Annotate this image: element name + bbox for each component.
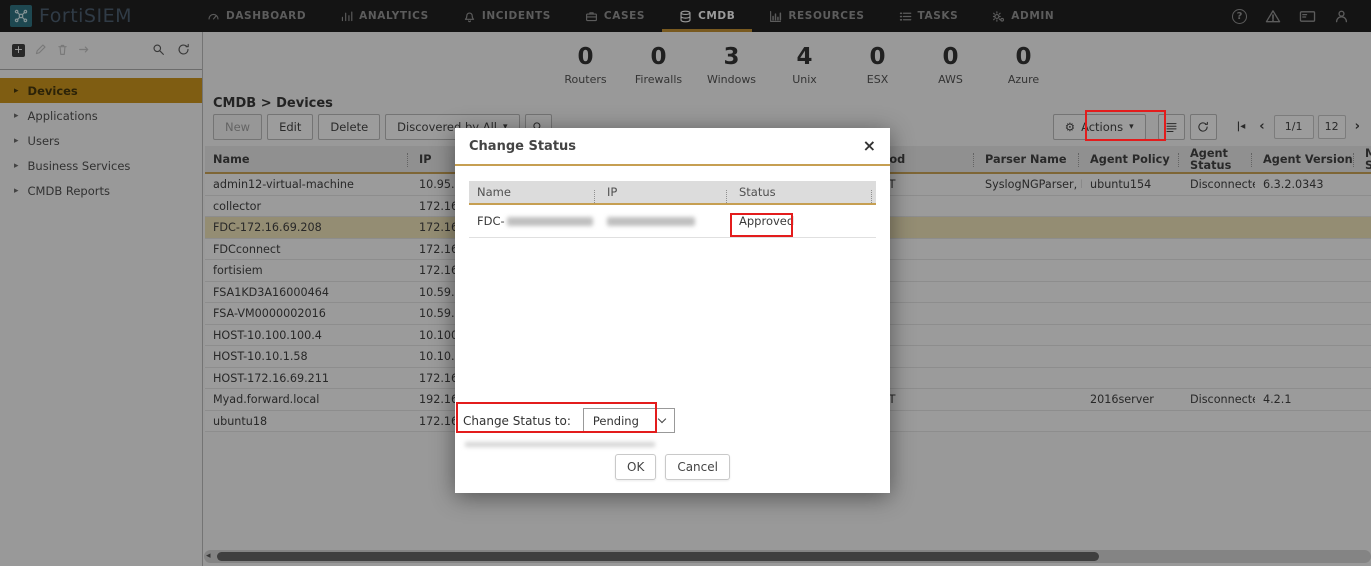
- dialog-column-name[interactable]: Name: [469, 185, 599, 203]
- change-status-label: Change Status to:: [463, 413, 571, 428]
- fortisiem-app: FortiSIEM DASHBOARD ANALYTICS INCIDENTS …: [0, 0, 1371, 566]
- status-select[interactable]: Pending: [582, 408, 675, 433]
- dialog-device-table: Name IP Status FDC- Approved: [469, 181, 876, 238]
- dialog-buttons: OK Cancel: [455, 454, 890, 480]
- device-status: Approved: [739, 214, 795, 228]
- cancel-button[interactable]: Cancel: [665, 454, 730, 480]
- ok-button[interactable]: OK: [615, 454, 657, 480]
- device-name-prefix: FDC-: [477, 214, 505, 228]
- dialog-column-ip[interactable]: IP: [599, 185, 731, 203]
- change-status-control: Change Status to: Pending: [463, 408, 675, 433]
- dialog-column-status[interactable]: Status: [731, 185, 876, 203]
- dialog-table-header: Name IP Status: [469, 181, 876, 205]
- dialog-table-row[interactable]: FDC- Approved: [469, 205, 876, 238]
- change-status-dialog: Change Status × Name IP Status FDC- Appr…: [455, 128, 890, 493]
- status-select-value: Pending: [592, 413, 639, 428]
- dialog-header: Change Status ×: [455, 128, 890, 166]
- redacted-text-line: [465, 442, 655, 447]
- redacted-device-ip: [607, 216, 695, 226]
- close-icon[interactable]: ×: [863, 138, 876, 154]
- chevron-down-icon: [657, 414, 667, 424]
- dialog-title: Change Status: [469, 138, 577, 154]
- redacted-device-name: [506, 216, 593, 226]
